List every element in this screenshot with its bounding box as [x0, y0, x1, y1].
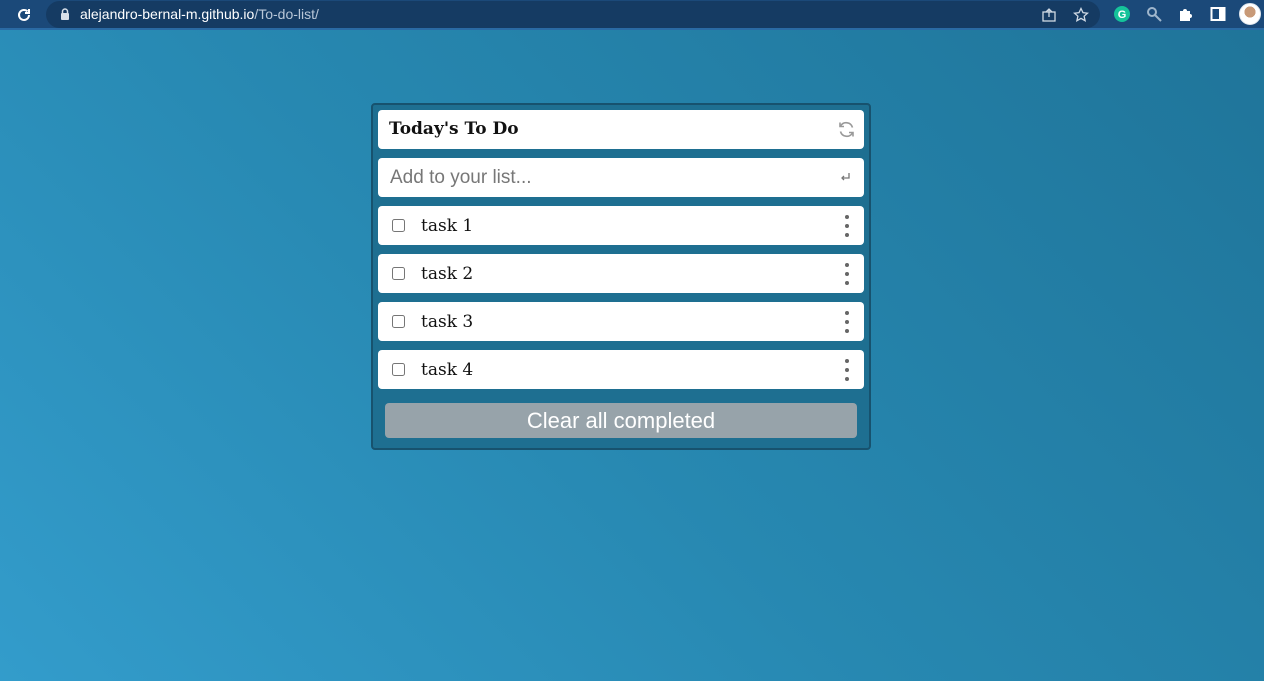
task-item: task 1	[378, 206, 864, 245]
address-bar[interactable]: alejandro-bernal-m.github.io/To-do-list/	[46, 1, 1100, 28]
refresh-icon[interactable]	[837, 120, 856, 139]
todo-title: Today's To Do	[389, 119, 519, 139]
task-item: task 2	[378, 254, 864, 293]
bookmark-star-icon[interactable]	[1072, 6, 1090, 24]
more-options-icon[interactable]	[842, 263, 852, 285]
more-options-icon[interactable]	[842, 359, 852, 381]
lock-icon[interactable]	[58, 7, 72, 21]
task-item: task 3	[378, 302, 864, 341]
browser-toolbar: alejandro-bernal-m.github.io/To-do-list/…	[0, 0, 1264, 30]
task-label[interactable]: task 1	[421, 216, 473, 236]
todo-card: Today's To Do task 1 task 2 task 3 task …	[371, 103, 871, 450]
add-task-input[interactable]	[378, 158, 818, 197]
magnifier-extension-icon[interactable]	[1145, 5, 1163, 23]
task-checkbox[interactable]	[392, 219, 405, 232]
todo-header: Today's To Do	[378, 110, 864, 149]
url-text[interactable]: alejandro-bernal-m.github.io/To-do-list/	[80, 6, 319, 22]
task-checkbox[interactable]	[392, 267, 405, 280]
task-checkbox[interactable]	[392, 315, 405, 328]
more-options-icon[interactable]	[842, 215, 852, 237]
share-icon[interactable]	[1040, 6, 1058, 24]
reload-icon[interactable]	[14, 5, 34, 25]
url-domain: alejandro-bernal-m.github.io	[80, 6, 255, 22]
more-options-icon[interactable]	[842, 311, 852, 333]
task-checkbox[interactable]	[392, 363, 405, 376]
enter-icon[interactable]	[838, 168, 852, 186]
task-label[interactable]: task 4	[421, 360, 473, 380]
task-label[interactable]: task 3	[421, 312, 473, 332]
task-item: task 4	[378, 350, 864, 389]
clear-completed-button[interactable]: Clear all completed	[385, 403, 857, 438]
add-task-row	[378, 158, 864, 197]
side-panel-icon[interactable]	[1209, 5, 1227, 23]
task-label[interactable]: task 2	[421, 264, 473, 284]
svg-text:G: G	[1118, 9, 1127, 21]
profile-avatar[interactable]	[1239, 3, 1261, 25]
url-path: /To-do-list/	[254, 6, 319, 22]
grammarly-icon[interactable]: G	[1113, 5, 1131, 23]
puzzle-extensions-icon[interactable]	[1177, 5, 1195, 23]
